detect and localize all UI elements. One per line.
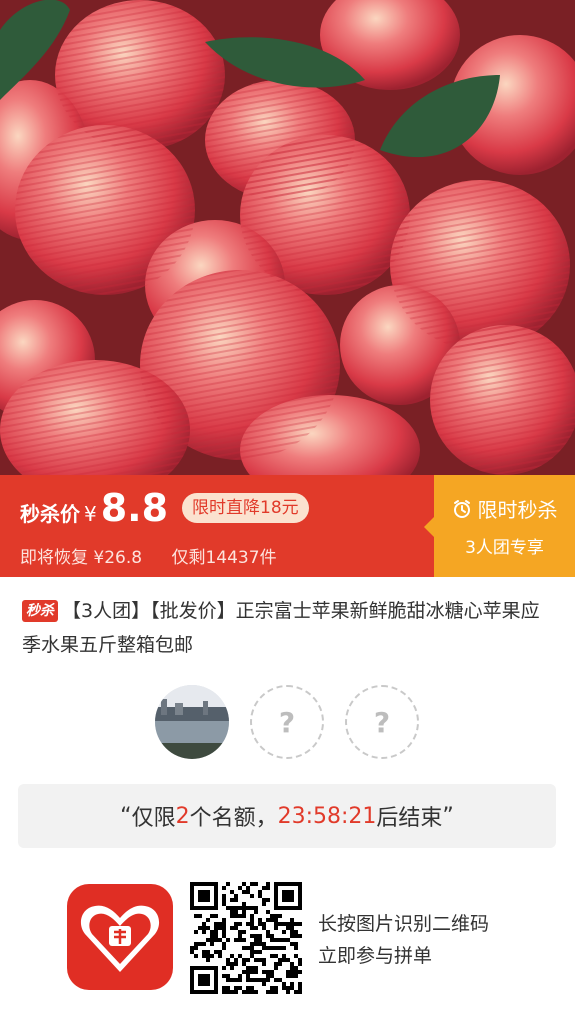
question-mark-icon: ? [278, 705, 296, 739]
quota-banner: “ 仅限 2 个名额， 23:58:21 后结束 ” [18, 784, 556, 848]
product-title: 秒杀 【3人团】【批发价】正宗富士苹果新鲜脆甜冰糖心苹果应季水果五斤整箱包邮 [22, 594, 552, 662]
apples-illustration [0, 0, 575, 475]
quota-count: 2 [175, 803, 190, 829]
quota-prefix: 仅限 [131, 806, 176, 831]
stock-remaining-text: 仅剩14437件 [171, 548, 277, 568]
alarm-clock-icon [453, 499, 470, 518]
quota-suffix: 后结束 [376, 806, 443, 831]
qr-code[interactable] [190, 882, 302, 994]
question-mark-icon: ? [373, 705, 391, 739]
flash-sale-badge: 限时秒杀 3人团专享 [424, 475, 575, 577]
scan-line-2: 立即参与拼单 [318, 945, 433, 967]
price-section: 秒杀价 ¥ 8.8 限时直降18元 即将恢复 ¥26.8 仅剩14437件 [0, 475, 434, 577]
empty-slot[interactable]: ? [250, 685, 324, 759]
pinduoduo-logo [67, 884, 173, 990]
price-value: 8.8 [100, 486, 169, 530]
currency-symbol: ¥ [84, 502, 97, 526]
flash-sale-title: 限时秒杀 [477, 498, 558, 522]
open-quote: “ [120, 803, 132, 829]
member-avatar[interactable] [155, 685, 229, 759]
price-label: 秒杀价 [20, 502, 80, 526]
price-drop-badge: 限时直降18元 [182, 493, 309, 523]
product-hero-image [0, 0, 575, 475]
product-title-text: 【3人团】【批发价】正宗富士苹果新鲜脆甜冰糖心苹果应季水果五斤整箱包邮 [22, 600, 540, 656]
scan-instructions: 长按图片识别二维码 立即参与拼单 [318, 908, 489, 972]
countdown-timer: 23:58:21 [277, 803, 377, 829]
price-row: 秒杀价 ¥ 8.8 [20, 489, 168, 527]
scan-line-1: 长按图片识别二维码 [318, 913, 490, 935]
restore-price-text: 即将恢复 ¥26.8 [20, 548, 143, 568]
qr-code-image [190, 882, 302, 994]
flash-sale-tag: 秒杀 [22, 600, 58, 622]
flash-sale-subtitle: 3人团专享 [465, 538, 544, 558]
price-sub-row: 即将恢复 ¥26.8 仅剩14437件 [20, 543, 277, 568]
group-members: ? ? [155, 685, 440, 759]
close-quote: ” [442, 803, 454, 829]
quota-middle: 个名额， [189, 806, 278, 831]
flash-sale-bar: 秒杀价 ¥ 8.8 限时直降18元 即将恢复 ¥26.8 仅剩14437件 限时… [0, 475, 575, 577]
lake-photo-avatar [155, 685, 229, 759]
empty-slot[interactable]: ? [345, 685, 419, 759]
